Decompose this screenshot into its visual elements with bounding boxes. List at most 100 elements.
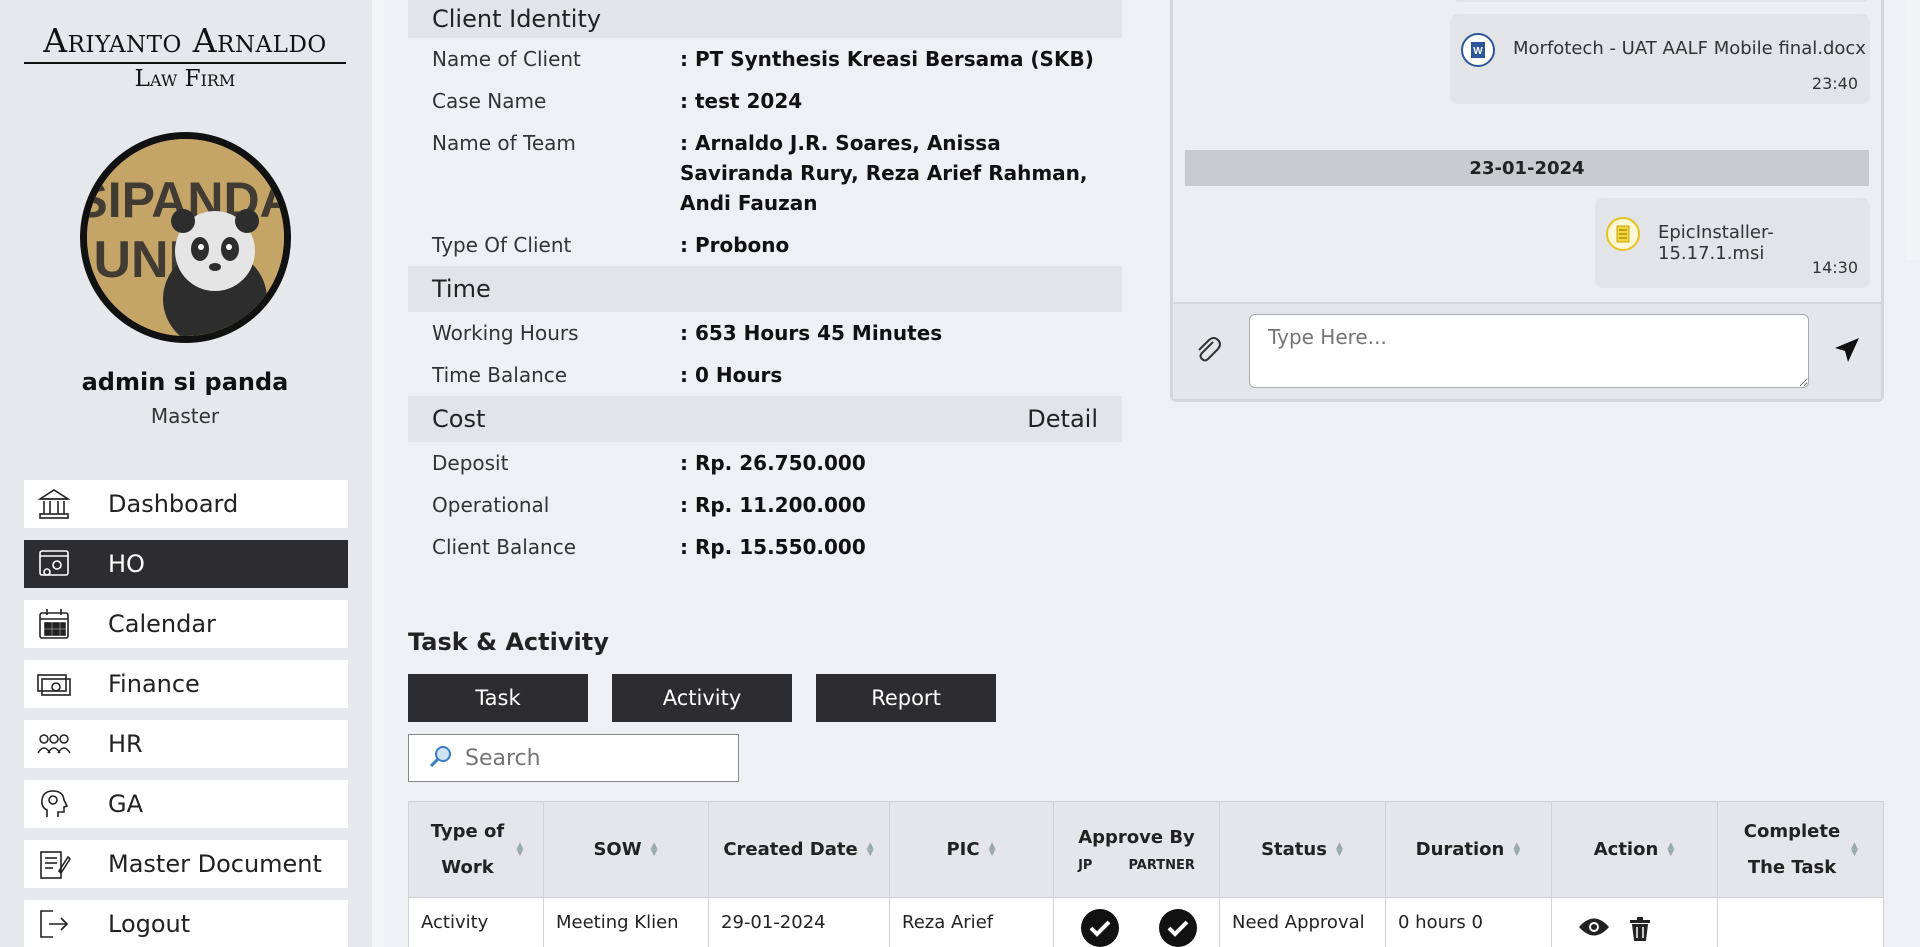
info-value: : PT Synthesis Kreasi Bersama (SKB) bbox=[680, 47, 1094, 71]
sidebar-item-label: Master Document bbox=[108, 850, 322, 878]
sort-icon: ▲ ▼ bbox=[866, 840, 874, 858]
tab-activity[interactable]: Activity bbox=[612, 674, 792, 722]
eye-icon[interactable] bbox=[1578, 916, 1610, 947]
chat-file-message[interactable]: EpicInstaller-15.17.1.msi 14:30 bbox=[1595, 198, 1870, 288]
info-label: Deposit bbox=[432, 451, 509, 475]
approve-subheaders: JP PARTNER bbox=[1078, 858, 1195, 873]
scroll-edge bbox=[1906, 0, 1920, 260]
column-approve-by[interactable]: Approve By JP PARTNER bbox=[1054, 802, 1220, 897]
column-type-of-work[interactable]: Type of Work ▲ ▼ bbox=[409, 802, 544, 897]
logo-line1: Ariyanto Arnaldo bbox=[24, 22, 346, 64]
section-title: Cost bbox=[432, 405, 486, 433]
column-complete-task[interactable]: Complete The Task ▲ ▼ bbox=[1718, 802, 1883, 897]
column-action[interactable]: Action ▲ ▼ bbox=[1552, 802, 1718, 897]
chat-bubble-previous bbox=[1453, 0, 1869, 2]
column-label: SOW bbox=[593, 838, 642, 860]
column-label: Approve By bbox=[1078, 826, 1195, 848]
sidebar-item-ga[interactable]: GA bbox=[24, 780, 348, 828]
info-label: Type Of Client bbox=[432, 233, 572, 257]
cell-type: Activity bbox=[409, 898, 544, 947]
info-value: : Rp. 15.550.000 bbox=[680, 535, 866, 559]
cell-created-date: 29-01-2024 bbox=[709, 898, 890, 947]
tab-report[interactable]: Report bbox=[816, 674, 996, 722]
cell-complete-task[interactable] bbox=[1718, 898, 1883, 947]
column-created-date[interactable]: Created Date ▲ ▼ bbox=[709, 802, 890, 897]
info-row: Time Balance : 0 Hours bbox=[408, 360, 1122, 390]
sort-icon: ▲ ▼ bbox=[1513, 840, 1521, 858]
info-label: Time Balance bbox=[432, 363, 568, 387]
column-duration[interactable]: Duration ▲ ▼ bbox=[1386, 802, 1552, 897]
column-label: Status bbox=[1261, 838, 1327, 860]
chat-panel: W Morfotech - UAT AALF Mobile final.docx… bbox=[1170, 0, 1884, 402]
bank-icon bbox=[24, 480, 84, 528]
tab-task[interactable]: Task bbox=[408, 674, 588, 722]
column-label: Type of Work bbox=[430, 820, 505, 878]
sort-icon: ▲ ▼ bbox=[1335, 840, 1343, 858]
chat-date: 23-01-2024 bbox=[1469, 157, 1585, 179]
section-title: Client Identity bbox=[432, 5, 602, 33]
calendar-icon bbox=[24, 600, 84, 648]
subcolumn-partner: PARTNER bbox=[1128, 857, 1195, 873]
column-status[interactable]: Status ▲ ▼ bbox=[1220, 802, 1386, 897]
info-label: Name of Team bbox=[432, 131, 576, 155]
people-icon bbox=[24, 720, 84, 768]
trash-icon[interactable] bbox=[1628, 916, 1652, 947]
settings-window-icon bbox=[24, 540, 84, 588]
sidebar-item-logout[interactable]: Logout bbox=[24, 900, 348, 947]
sidebar-item-label: GA bbox=[108, 790, 144, 818]
user-name: admin si panda bbox=[81, 368, 289, 396]
head-gear-icon bbox=[24, 780, 84, 828]
sidebar-item-ho[interactable]: HO bbox=[24, 540, 348, 588]
info-value: : Arnaldo J.R. Soares, Anissa Saviranda … bbox=[680, 131, 1088, 215]
info-row: Operational: Rp. 11.200.000 bbox=[408, 490, 1122, 520]
info-label: Case Name bbox=[432, 89, 547, 113]
chat-date-separator: 23-01-2024 bbox=[1185, 150, 1869, 186]
column-label: PIC bbox=[946, 838, 980, 860]
sidebar-divider bbox=[372, 0, 384, 947]
sidebar-item-master-document[interactable]: Master Document bbox=[24, 840, 348, 888]
info-label: Client Balance bbox=[432, 535, 577, 559]
chat-message-input[interactable] bbox=[1249, 314, 1809, 388]
search-input[interactable] bbox=[465, 745, 725, 771]
chat-file-message[interactable]: W Morfotech - UAT AALF Mobile final.docx… bbox=[1450, 14, 1870, 104]
cell-sow: Meeting Klien bbox=[544, 898, 709, 947]
check-circle-icon[interactable] bbox=[1158, 908, 1198, 947]
section-time: Time bbox=[408, 266, 1122, 312]
cost-detail-link[interactable]: Detail bbox=[1027, 405, 1098, 433]
info-value: : 0 Hours bbox=[680, 363, 783, 387]
info-row: Name of Client: PT Synthesis Kreasi Bers… bbox=[408, 44, 1122, 74]
sidebar-item-finance[interactable]: Finance bbox=[24, 660, 348, 708]
sidebar-item-label: Logout bbox=[108, 910, 191, 938]
sort-icon: ▲ ▼ bbox=[1851, 840, 1858, 858]
info-row: Deposit : Rp. 26.750.000 bbox=[408, 448, 1122, 478]
sidebar-item-calendar[interactable]: Calendar bbox=[24, 600, 348, 648]
column-sow[interactable]: SOW ▲ ▼ bbox=[544, 802, 709, 897]
table-row[interactable]: Activity Meeting Klien 29-01-2024 Reza A… bbox=[408, 898, 1884, 947]
sidebar-item-label: HO bbox=[108, 550, 145, 578]
svg-text:W: W bbox=[1473, 46, 1483, 57]
sidebar-item-label: HR bbox=[108, 730, 143, 758]
cell-status: Need Approval bbox=[1220, 898, 1386, 947]
check-circle-icon[interactable] bbox=[1080, 908, 1120, 947]
avatar: SIPANDA UNIK bbox=[80, 132, 291, 343]
column-label: Duration bbox=[1415, 838, 1505, 860]
sidebar-nav: Dashboard HO Calendar Finance HR GA Mast… bbox=[24, 480, 348, 947]
send-icon[interactable] bbox=[1833, 336, 1861, 368]
paperclip-icon[interactable] bbox=[1193, 334, 1223, 368]
info-row: Name of Team : Arnaldo J.R. Soares, Aniss… bbox=[408, 128, 1122, 218]
chat-message-time: 23:40 bbox=[1811, 74, 1858, 93]
chat-compose bbox=[1173, 302, 1881, 399]
task-search bbox=[408, 734, 739, 782]
case-info-panel: Client Identity Name of Client: PT Synth… bbox=[408, 0, 1122, 562]
sidebar-item-dashboard[interactable]: Dashboard bbox=[24, 480, 348, 528]
table-header: Type of Work ▲ ▼ SOW ▲ ▼ Created Date ▲ ▼ PIC ▲… bbox=[408, 801, 1884, 898]
column-pic[interactable]: PIC ▲ ▼ bbox=[890, 802, 1054, 897]
info-value: : Rp. 26.750.000 bbox=[680, 451, 866, 475]
cell-action bbox=[1552, 898, 1718, 947]
column-label: Action bbox=[1593, 838, 1659, 860]
chat-file-name: Morfotech - UAT AALF Mobile final.docx bbox=[1513, 38, 1866, 59]
sidebar-item-label: Finance bbox=[108, 670, 200, 698]
sidebar-item-hr[interactable]: HR bbox=[24, 720, 348, 768]
section-title: Time bbox=[432, 275, 491, 303]
file-icon bbox=[1605, 216, 1641, 256]
